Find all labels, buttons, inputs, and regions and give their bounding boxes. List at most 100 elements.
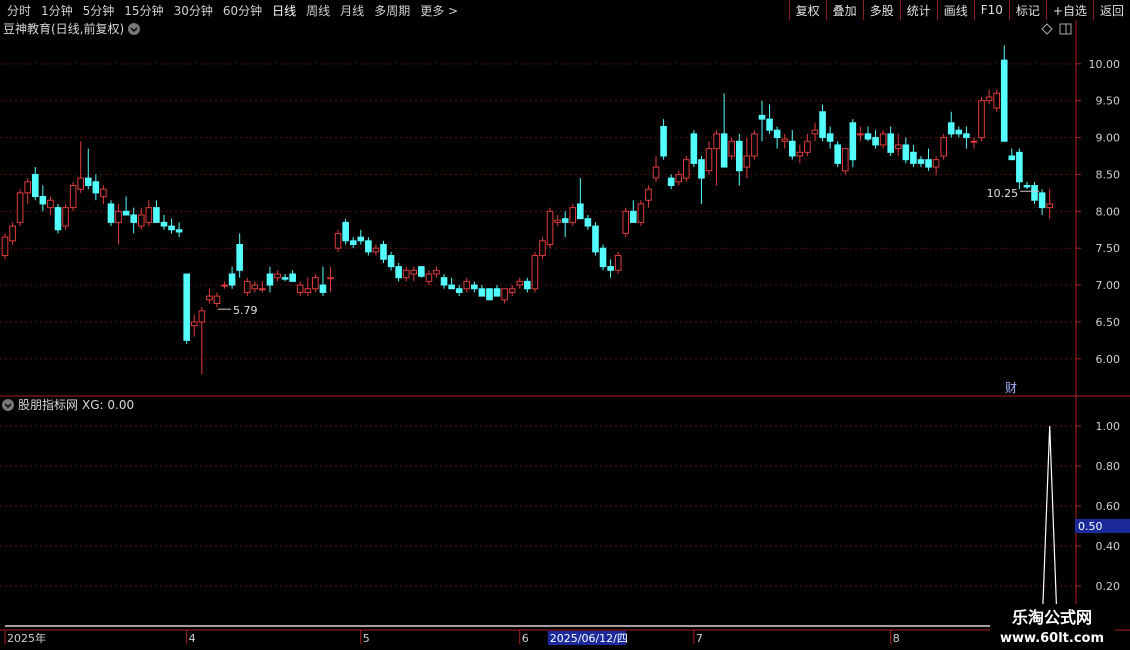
tool-button-7[interactable]: +自选 (1045, 0, 1093, 20)
candle-body (1, 236, 9, 257)
period-tab-3[interactable]: 15分钟 (124, 2, 163, 19)
candle-body (683, 159, 690, 179)
tool-button-3[interactable]: 统计 (899, 0, 937, 20)
tool-button-5[interactable]: F10 (973, 0, 1009, 20)
candle-body (296, 284, 304, 293)
candle-body (554, 219, 561, 223)
candle-body (69, 185, 77, 209)
candle-body (811, 129, 819, 135)
candle-body (645, 188, 652, 201)
candle-body (735, 140, 743, 172)
candle-body (380, 244, 387, 260)
candle (978, 97, 985, 142)
candle-body (690, 133, 698, 164)
sub-tick-label: 0.60 (1096, 500, 1121, 513)
candle (486, 288, 493, 301)
candle-body (667, 177, 675, 186)
candle (834, 141, 842, 168)
period-tab-4[interactable]: 30分钟 (174, 2, 213, 19)
candle-body (372, 247, 380, 253)
period-tab-2[interactable]: 5分钟 (83, 2, 115, 19)
candle (599, 244, 607, 271)
period-tab-6[interactable]: 日线 (272, 2, 296, 19)
candle (614, 251, 622, 274)
sub-tick-label: 0.80 (1096, 460, 1121, 473)
candle-body (92, 181, 100, 194)
candle (1, 233, 9, 260)
period-tab-9[interactable]: 多周期 (374, 2, 410, 19)
period-tab-1[interactable]: 1分钟 (41, 2, 73, 19)
dropdown-icon[interactable] (128, 23, 140, 35)
main-tick-label: 10.00 (1089, 58, 1121, 71)
sub-dropdown-icon[interactable] (2, 399, 14, 411)
candle-body (630, 210, 637, 223)
candle-body (985, 96, 993, 102)
candle-body (698, 159, 705, 179)
candle-body (902, 144, 910, 161)
tool-button-8[interactable]: 返回 (1092, 0, 1130, 20)
candle-body (39, 196, 47, 205)
candle-body (720, 133, 728, 168)
annotation-high: 10.25 (987, 187, 1019, 200)
xg-readout: XG: 0.00 (82, 398, 134, 412)
sub-chart-title: 股朋指标网 (18, 397, 78, 412)
candle-body (781, 138, 789, 142)
tool-button-0[interactable]: 复权 (788, 0, 826, 20)
candle (690, 130, 698, 168)
candle-body (418, 266, 425, 277)
stock-chart: 豆神教育(日线,前复权) 6.00 6.50 7.00 7.50 8.00 8.50 9.0… (0, 20, 1130, 650)
candle-body (826, 133, 834, 142)
candle-body (940, 137, 947, 157)
candle (1000, 45, 1008, 142)
tool-button-4[interactable]: 画线 (936, 0, 974, 20)
candle-body (198, 310, 206, 323)
period-tab-10[interactable]: 更多 > (420, 2, 458, 19)
cursor-value-label: 0.50 (1078, 520, 1103, 533)
candle (728, 137, 736, 160)
date-label: 2025年 (7, 631, 46, 645)
candle-body (365, 240, 372, 253)
candle-body (970, 140, 978, 143)
annotation-low: 5.79 (233, 304, 258, 317)
tool-button-6[interactable]: 标记 (1008, 0, 1046, 20)
tool-button-1[interactable]: 叠加 (825, 0, 863, 20)
candle (940, 133, 947, 160)
candle-body (569, 207, 577, 223)
candle (849, 119, 857, 168)
candle-body (508, 288, 516, 293)
candle-body (955, 129, 963, 135)
candle (334, 229, 342, 252)
candle-body (705, 148, 713, 172)
candle (569, 203, 577, 227)
candle (546, 207, 554, 249)
candle-body (1031, 185, 1038, 201)
sub-tick-label: 0.20 (1096, 580, 1121, 593)
candle-body (463, 280, 471, 290)
candle-body (221, 284, 228, 287)
period-tab-7[interactable]: 周线 (306, 2, 330, 19)
candle-body (228, 273, 236, 286)
candle-body (168, 225, 175, 231)
candle-body (531, 255, 539, 290)
candle-body (1000, 59, 1008, 142)
period-tab-5[interactable]: 60分钟 (223, 2, 262, 19)
candle-body (410, 269, 418, 275)
candle-body (9, 225, 16, 242)
candle-body (728, 140, 736, 157)
candle (69, 181, 77, 212)
candle-body (175, 229, 183, 233)
main-tick-label: 7.50 (1096, 242, 1121, 255)
period-tab-8[interactable]: 月线 (340, 2, 364, 19)
period-tabs: 分时 1分钟 5分钟 15分钟 30分钟 60分钟 日线 周线 月线 多周期 更多 > (2, 0, 463, 20)
candle (637, 200, 645, 227)
financial-badge[interactable]: 财 (1005, 381, 1017, 395)
candle (342, 218, 349, 245)
candle-body (561, 218, 569, 223)
candle-body (349, 240, 357, 245)
period-tab-0[interactable]: 分时 (7, 2, 31, 19)
candle-body (274, 273, 281, 279)
candle-body (546, 210, 554, 245)
candle-body (107, 203, 115, 223)
tool-button-2[interactable]: 多股 (862, 0, 900, 20)
candle (9, 222, 16, 245)
